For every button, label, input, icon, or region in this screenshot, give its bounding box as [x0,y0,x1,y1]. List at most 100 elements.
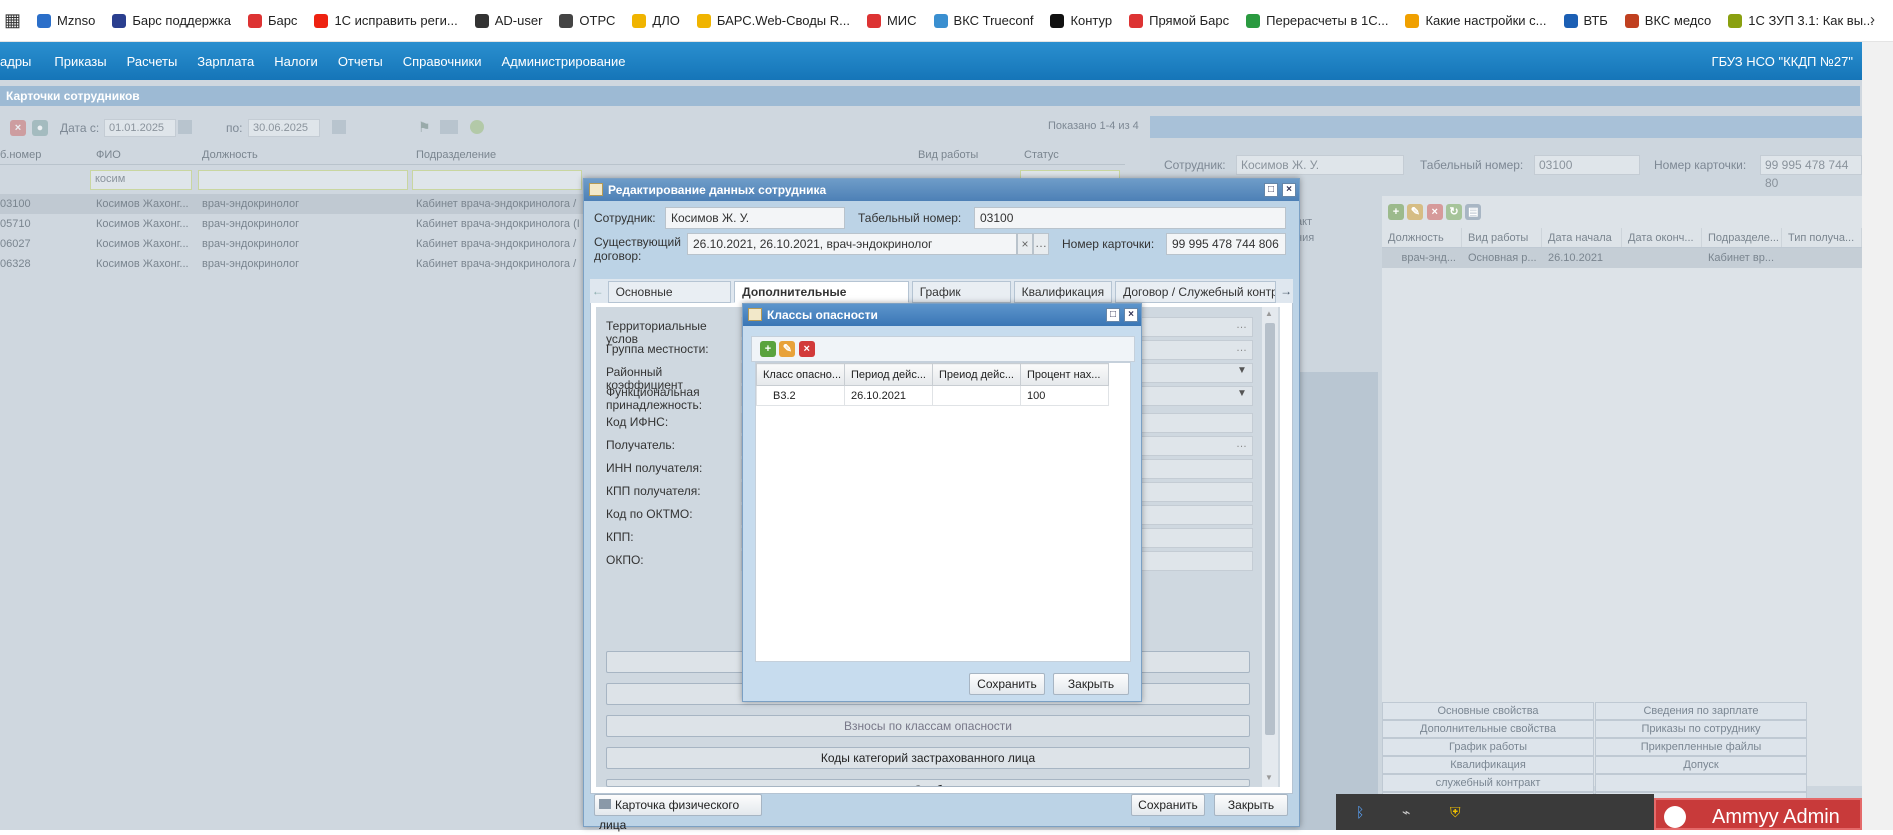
table-cell[interactable] [932,385,1021,406]
detail-col-header[interactable]: Тип получа... [1782,228,1862,247]
special-conditions-button[interactable]: Особ [606,779,1250,787]
network-icon[interactable]: ⌁ [1402,804,1410,821]
table-row[interactable]: 06027 Косимов Жахонг... врач-эндокринолог К… [0,234,600,254]
table-row[interactable]: 06328 Косимов Жахонг... врач-эндокринолог К… [0,254,600,274]
bookmark-item[interactable]: Барс поддержка [112,13,231,28]
edit-close-button[interactable]: Закрыть [1214,794,1288,816]
tab-scroll-left-icon[interactable]: ← [590,281,606,303]
insured-codes-button[interactable]: Коды категорий застрахованного лица [606,747,1250,769]
select-more-icon[interactable]: … [1033,233,1049,255]
hazard-save-button[interactable]: Сохранить [969,673,1045,695]
select-more-icon[interactable]: … [1236,342,1247,354]
filter-clear-icon[interactable]: ⚑ [418,119,431,136]
bookmark-item[interactable]: AD-user [474,13,542,28]
detail-nav-button[interactable]: Приказы по сотруднику [1595,720,1807,738]
print-icon[interactable] [440,120,458,134]
ammyy-admin-window[interactable]: Ammyy Admin [1654,798,1862,830]
detail-nav-button[interactable]: Квалификация [1382,756,1594,774]
table-cell[interactable]: В3.2 [756,385,845,406]
menu-item-reports[interactable]: Отчеты [338,54,383,69]
table-row[interactable]: 03100 Косимов Жахонг... врач-эндокринолог К… [0,194,600,214]
tab-number-field[interactable]: 03100 [974,207,1286,229]
bookmark-item[interactable]: Прямой Барс [1129,13,1229,28]
detail-col-header[interactable]: Подразделе... [1702,228,1782,247]
tab-qualification[interactable]: Квалификация [1013,281,1113,303]
department-filter-input[interactable] [412,170,582,190]
delete-icon[interactable]: × [1426,204,1443,220]
user-icon[interactable]: ● [32,120,48,136]
add-icon[interactable]: + [1388,204,1404,220]
tab-scroll-right-icon[interactable]: → [1279,281,1293,303]
edit-icon[interactable]: ✎ [779,341,796,357]
detail-nav-button[interactable]: Сведения по зарплате [1595,702,1807,720]
card-number-field[interactable]: 99 995 478 744 806 [1166,233,1286,255]
bookmark-item[interactable]: Mzn​so [37,13,95,28]
menu-item-kadry[interactable]: адры [0,54,31,69]
detail-nav-button[interactable]: Допуск [1595,756,1807,774]
bookmark-item[interactable]: 1С исправить реги... [314,13,458,28]
col-position[interactable]: Должность [202,149,258,161]
bookmark-item[interactable]: ОТРС [559,13,615,28]
maximize-icon[interactable]: □ [1106,308,1120,322]
table-row[interactable]: 05710 Косимов Жахонг... врач-эндокринолог К… [0,214,600,234]
table-row[interactable]: В3.2 26.10.2021 100 [756,385,1109,406]
col-hazard-class[interactable]: Класс опасно... [756,363,845,386]
delete-icon[interactable]: × [798,341,815,357]
chevron-down-icon[interactable]: ▼ [1237,365,1247,376]
refresh-icon[interactable] [470,120,484,134]
phys-card-button[interactable]: Карточка физического лица [594,794,762,832]
detail-nav-button[interactable]: Основные свойства [1382,702,1594,720]
bookmark-item[interactable]: ВКС медсо [1624,13,1711,28]
detail-nav-button[interactable]: Прикрепленные файлы [1595,738,1807,756]
detail-nav-button[interactable]: Дополнительные свойства [1382,720,1594,738]
bookmark-item[interactable]: ВКС Trueconf [933,13,1033,28]
security-shield-icon[interactable]: ⛨ [1450,804,1461,821]
add-icon[interactable]: + [760,341,776,357]
scroll-up-icon[interactable]: ▲ [1265,309,1273,318]
edit-save-button[interactable]: Сохранить [1131,794,1205,816]
tab-main-properties[interactable]: Основные свойства [607,281,732,319]
col-period-start[interactable]: Период дейс... [844,363,933,386]
more-bookmarks-icon[interactable]: › [1870,11,1875,28]
scroll-down-icon[interactable]: ▼ [1265,773,1273,782]
detail-nav-button[interactable]: График работы [1382,738,1594,756]
detail-col-header[interactable]: Вид работы [1462,228,1542,247]
position-filter-input[interactable] [198,170,408,190]
tab-work-schedule[interactable]: График работы [911,281,1011,319]
menu-item-taxes[interactable]: Налоги [274,54,318,69]
delete-icon[interactable]: × [10,120,26,136]
close-icon[interactable]: × [1282,183,1296,197]
table-cell[interactable]: 100 [1020,385,1109,406]
bookmark-item[interactable]: ДЛО [632,13,680,28]
bookmark-item[interactable]: Перерасчеты в 1С... [1246,13,1388,28]
tab-contract[interactable]: Договор / Служебный контрак [1115,281,1277,303]
bookmark-item[interactable]: Какие настройки с... [1405,13,1547,28]
maximize-icon[interactable]: □ [1264,183,1278,197]
bookmark-item[interactable]: Контур [1050,13,1112,28]
bookmark-item[interactable]: 1С ЗУП 3.1: Как вы... [1728,13,1874,28]
col-status[interactable]: Статус [1024,149,1059,161]
bookmark-item[interactable]: БАРС.Web-Своды R... [696,13,850,28]
clear-icon[interactable]: × [1017,233,1033,255]
select-more-icon[interactable]: … [1236,319,1247,331]
menu-item-calculations[interactable]: Расчеты [127,54,178,69]
calendar-icon[interactable] [178,120,192,134]
menu-item-administration[interactable]: Администрирование [502,54,626,69]
form-scrollbar[interactable]: ▲ ▼ [1262,307,1278,787]
calendar-icon[interactable] [332,120,346,134]
menu-item-orders[interactable]: Приказы [54,54,106,69]
detail-col-header[interactable]: Дата начала [1542,228,1622,247]
fio-filter-input[interactable]: косим [90,170,192,190]
date-to-input[interactable]: 30.06.2025 [248,119,320,137]
menu-item-references[interactable]: Справочники [403,54,482,69]
date-from-input[interactable]: 01.01.2025 [104,119,176,137]
hazard-close-button[interactable]: Закрыть [1053,673,1129,695]
refresh-icon[interactable]: ↻ [1446,204,1463,220]
tab-additional-properties[interactable]: Дополнительные свойства [734,281,909,319]
col-fio[interactable]: ФИО [96,149,121,161]
detail-nav-button[interactable] [1595,774,1807,792]
bookmark-item[interactable]: МИС [866,13,917,28]
bookmark-item[interactable]: ВТБ [1563,13,1608,28]
select-more-icon[interactable]: … [1236,438,1247,450]
detail-col-header[interactable]: Дата оконч... [1622,228,1702,247]
